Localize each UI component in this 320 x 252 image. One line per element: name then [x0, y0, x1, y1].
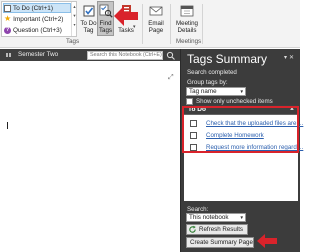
checkbox-icon: [4, 4, 11, 12]
calendar-icon: [180, 5, 194, 17]
close-icon[interactable]: ✕: [289, 55, 296, 61]
search-scope-value: This notebook: [189, 214, 229, 221]
scroll-up-icon[interactable]: ▲: [72, 2, 77, 11]
tag-question[interactable]: ? Question (Ctrl+3): [4, 25, 62, 35]
pane-controls: ▾✕: [284, 54, 296, 61]
chevron-down-icon: ▼: [239, 89, 244, 94]
ribbon-separator: [170, 4, 171, 44]
page-canvas[interactable]: [0, 61, 180, 252]
question-icon: ?: [4, 26, 11, 34]
pane-title: Tags Summary: [187, 52, 268, 66]
section-menu-icon[interactable]: [6, 53, 11, 57]
show-unchecked-label: Show only unchecked items: [196, 98, 273, 105]
group-by-value: Tag name: [189, 88, 217, 95]
chevron-down-icon: ▼: [239, 215, 244, 220]
create-summary-page-button[interactable]: Create Summary Page: [186, 237, 254, 248]
todo-tag-label-2: Tag: [83, 27, 94, 34]
tags-gallery-scroller[interactable]: ▲ ▼ ▾: [71, 2, 77, 36]
meeting-details-label-1: Meeting: [175, 20, 198, 27]
star-icon: ★: [4, 14, 12, 23]
email-icon: [149, 6, 163, 16]
gallery-expand-icon[interactable]: ▾: [72, 20, 77, 29]
section-tab[interactable]: Semester Two: [18, 51, 58, 58]
search-icon[interactable]: [166, 51, 176, 60]
ribbon-separator: [142, 4, 143, 44]
ribbon-separator: [202, 4, 203, 44]
search-status: Search completed: [187, 69, 237, 76]
tag-question-label: Question (Ctrl+3): [13, 26, 62, 34]
search-scope-label: Search:: [187, 206, 209, 213]
refresh-results-button[interactable]: Refresh Results: [186, 224, 248, 235]
meeting-details-label-2: Details: [177, 27, 197, 34]
tag-todo[interactable]: To Do (Ctrl+1): [3, 3, 71, 13]
expand-page-icon[interactable]: ⤢: [168, 74, 174, 82]
tag-important[interactable]: ★ Important (Ctrl+2): [4, 14, 63, 24]
annotation-arrow-icon: [257, 234, 277, 248]
tags-group-label: Tags: [66, 38, 80, 45]
email-page-label-2: Page: [148, 27, 164, 34]
tag-important-label: Important (Ctrl+2): [13, 15, 64, 23]
tag-todo-label: To Do (Ctrl+1): [13, 4, 53, 12]
group-by-select[interactable]: Tag name ▼: [186, 87, 246, 96]
notebook-search-input[interactable]: Search this Notebook (Ctrl+E): [87, 51, 163, 60]
annotation-highlight-frame: [182, 106, 299, 153]
find-tags-label-1: Find: [99, 20, 112, 27]
todo-tag-label-1: To Do: [80, 20, 97, 27]
show-unchecked-checkbox[interactable]: [186, 98, 193, 105]
meetings-group-label: Meetings: [176, 38, 202, 45]
ribbon: To Do (Ctrl+1) ★ Important (Ctrl+2) ? Qu…: [0, 0, 300, 48]
refresh-results-label: Refresh Results: [199, 226, 244, 233]
refresh-icon: [189, 225, 196, 233]
search-scope-select[interactable]: This notebook ▼: [186, 213, 246, 222]
meeting-details-button[interactable]: Meeting Details: [174, 4, 200, 34]
scroll-down-icon[interactable]: ▼: [72, 11, 77, 20]
email-page-label-1: Email: [148, 20, 164, 27]
email-page-button[interactable]: Email Page: [146, 4, 166, 34]
todo-checkbox-icon: [83, 5, 94, 17]
annotation-arrow-icon: [114, 6, 138, 26]
create-summary-page-label: Create Summary Page: [190, 239, 253, 246]
group-by-label: Group tags by:: [187, 79, 228, 86]
todo-tag-button[interactable]: To Do Tag: [80, 4, 97, 34]
text-cursor: [7, 122, 8, 129]
tags-gallery: To Do (Ctrl+1) ★ Important (Ctrl+2) ? Qu…: [1, 1, 77, 37]
